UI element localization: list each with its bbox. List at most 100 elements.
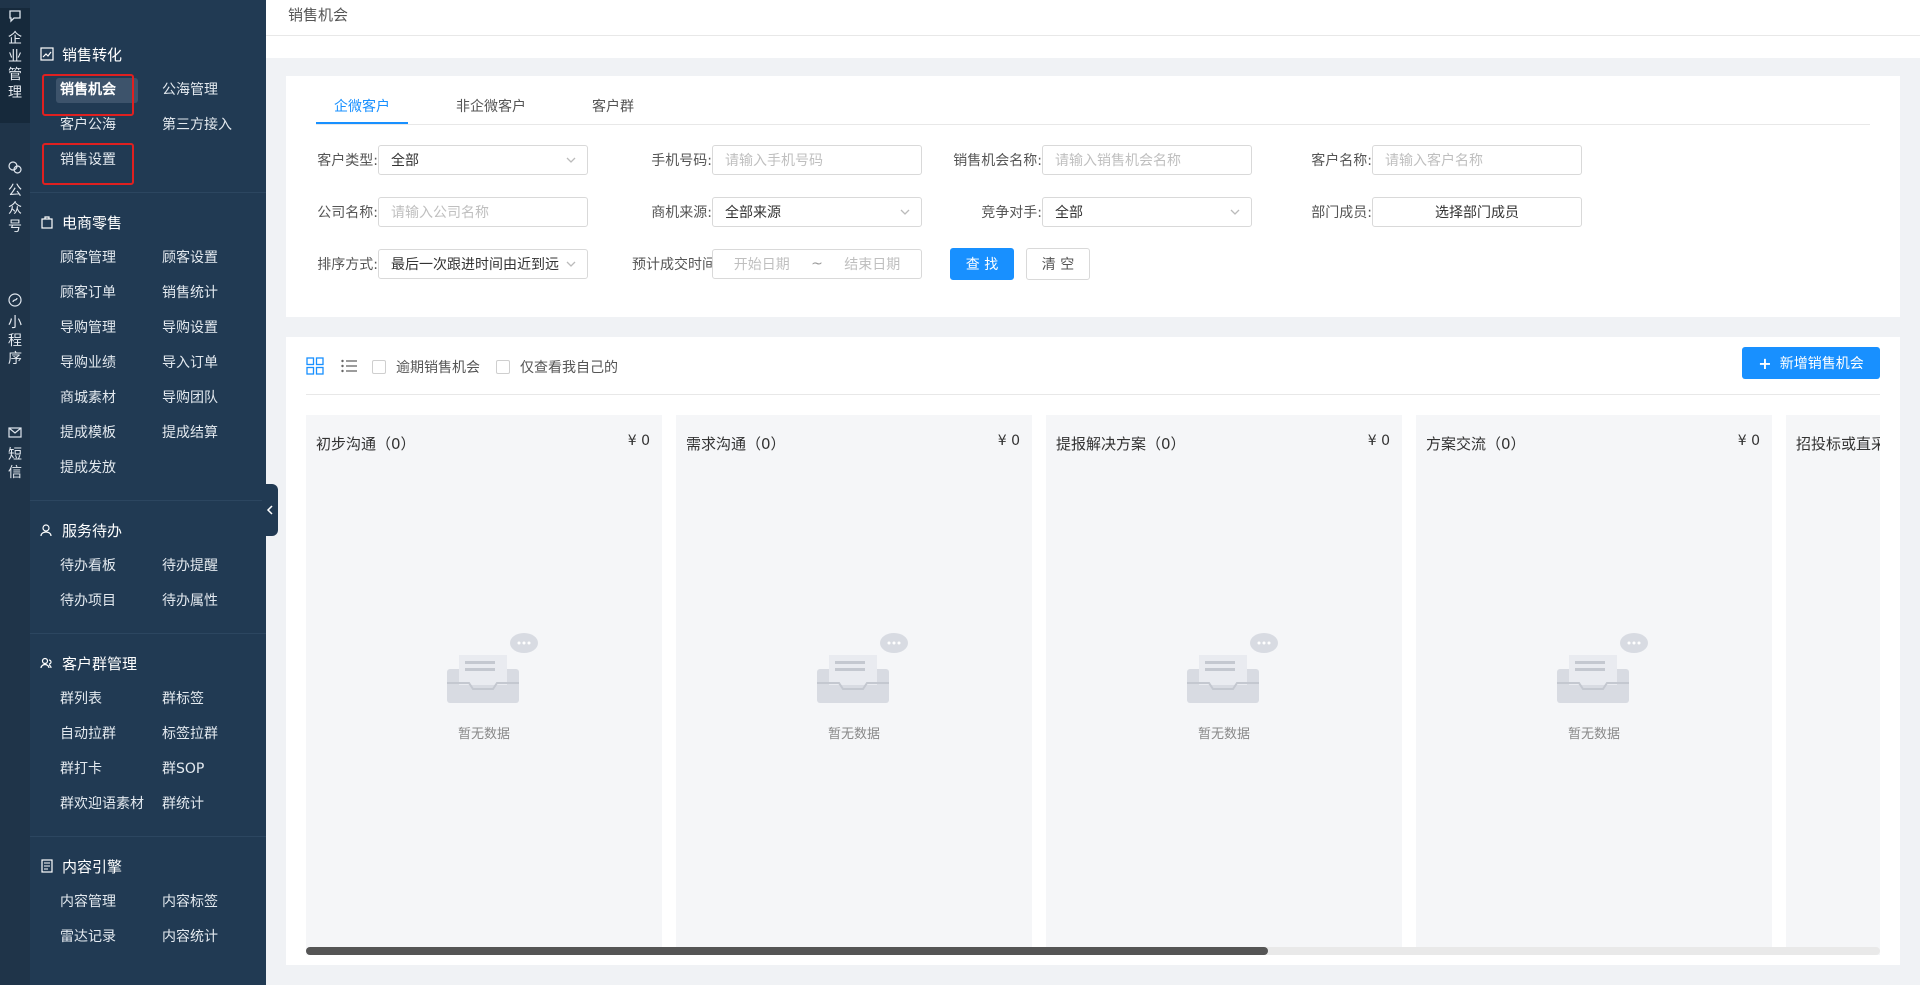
competitor-select[interactable]: 全部: [1042, 197, 1252, 227]
menu-item-label: 导入订单: [162, 355, 218, 371]
menu-item-public-sea-management[interactable]: 公海管理: [146, 73, 248, 108]
add-opportunity-button[interactable]: + 新增销售机会: [1742, 347, 1880, 379]
menu-item-label: 群列表: [60, 691, 102, 707]
menu-section-sales: 销售转化 销售机会 公海管理 客户公海 第三方接入 销售设置: [30, 43, 266, 178]
kanban-column: 方案交流（0） ¥ 0 暂无数据: [1416, 415, 1772, 955]
menu-item-group-stats[interactable]: 群统计: [146, 787, 248, 822]
menu-item-customer-orders[interactable]: 顾客订单: [44, 276, 146, 311]
header-spacer: [266, 36, 1920, 58]
menu-item-label: 导购业绩: [60, 355, 116, 371]
empty-text: 暂无数据: [1567, 727, 1620, 742]
menu-item-label: 第三方接入: [162, 117, 232, 133]
rail-label-text: 短信: [8, 447, 22, 481]
menu-item-todo-project[interactable]: 待办项目: [44, 584, 146, 619]
wechat-icon: [8, 161, 22, 174]
menu-item-sales-settings[interactable]: 销售设置: [44, 143, 146, 178]
menu-item-todo-reminder[interactable]: 待办提醒: [146, 549, 248, 584]
chart-icon: [40, 47, 54, 61]
menu-item-import-orders[interactable]: 导入订单: [146, 346, 248, 381]
menu-item-commission-payout[interactable]: 提成发放: [44, 451, 146, 486]
button-label: 选择部门成员: [1435, 205, 1519, 221]
menu-item-group-welcome[interactable]: 群欢迎语素材: [44, 787, 146, 822]
filter-customer-name: 客户名称: 请输入客户名称: [1276, 144, 1582, 176]
menu-item-tag-group[interactable]: 标签拉群: [146, 717, 248, 752]
opportunity-name-input[interactable]: 请输入销售机会名称: [1042, 145, 1252, 175]
grid-view-icon[interactable]: [306, 357, 324, 375]
menu-item-third-party[interactable]: 第三方接入: [146, 108, 248, 143]
menu-item-label: 顾客设置: [162, 250, 218, 266]
menu-item-content-management[interactable]: 内容管理: [44, 885, 146, 920]
chevron-down-icon: [566, 157, 576, 163]
column-title: 提报解决方案（0）: [1056, 435, 1186, 453]
menu-item-customer-management[interactable]: 顾客管理: [44, 241, 146, 276]
menu-item-commission-template[interactable]: 提成模板: [44, 416, 146, 451]
menu-item-content-stats[interactable]: 内容统计: [146, 920, 248, 955]
sort-select[interactable]: 最后一次跟进时间由近到远: [378, 249, 588, 279]
filter-label: 预计成交时间:: [632, 257, 721, 273]
menu-item-auto-group[interactable]: 自动拉群: [44, 717, 146, 752]
menu-item-customer-settings[interactable]: 顾客设置: [146, 241, 248, 276]
tab-wecom-customers[interactable]: 企微客户: [316, 90, 408, 124]
menu-section-header: 服务待办: [30, 519, 266, 541]
menu-item-guide-performance[interactable]: 导购业绩: [44, 346, 146, 381]
sidebar-collapse-toggle[interactable]: [262, 484, 278, 536]
clear-button[interactable]: 清 空: [1026, 248, 1090, 280]
select-value: 最后一次跟进时间由近到远: [391, 257, 559, 273]
rail-item-enterprise[interactable]: 企业管理: [0, 8, 30, 123]
menu-item-group-sop[interactable]: 群SOP: [146, 752, 248, 787]
member-select-button[interactable]: 选择部门成员: [1372, 197, 1582, 227]
menu-section-items: 待办看板 待办提醒 待办项目 待办属性: [30, 549, 266, 619]
tab-customer-groups[interactable]: 客户群: [574, 90, 652, 124]
menu-item-radar-records[interactable]: 雷达记录: [44, 920, 146, 955]
customer-tabs: 企微客户 非企微客户 客户群: [316, 90, 682, 124]
menu-divider: [30, 192, 266, 193]
menu-item-group-checkin[interactable]: 群打卡: [44, 752, 146, 787]
empty-state: 暂无数据: [306, 625, 662, 742]
menu-item-todo-attributes[interactable]: 待办属性: [146, 584, 248, 619]
menu-item-guide-team[interactable]: 导购团队: [146, 381, 248, 416]
menu-item-guide-management[interactable]: 导购管理: [44, 311, 146, 346]
phone-input[interactable]: 请输入手机号码: [712, 145, 922, 175]
menu-item-label: 内容标签: [162, 894, 218, 910]
rail-item-miniprogram[interactable]: 小程序: [0, 292, 30, 382]
scrollbar-thumb[interactable]: [306, 947, 1268, 955]
filter-opportunity-name: 销售机会名称: 请输入销售机会名称: [946, 144, 1252, 176]
menu-item-label: 群统计: [162, 796, 204, 812]
menu-item-label: 群欢迎语素材: [60, 796, 144, 812]
menu-item-guide-settings[interactable]: 导购设置: [146, 311, 248, 346]
menu-item-label: 群SOP: [162, 761, 205, 777]
side-menu: 销售转化 销售机会 公海管理 客户公海 第三方接入 销售设置 电商零售 顾客管理…: [30, 0, 266, 985]
source-select[interactable]: 全部来源: [712, 197, 922, 227]
list-view-icon[interactable]: [340, 357, 358, 375]
menu-item-group-list[interactable]: 群列表: [44, 682, 146, 717]
menu-item-label: 提成发放: [60, 460, 116, 476]
company-input[interactable]: 请输入公司名称: [378, 197, 588, 227]
rail-label-text: 企业管理: [8, 31, 22, 101]
filter-label: 客户名称:: [1311, 153, 1372, 169]
board-horizontal-scrollbar[interactable]: [306, 947, 1880, 955]
empty-text: 暂无数据: [1197, 727, 1250, 742]
customer-type-select[interactable]: 全部: [378, 145, 588, 175]
menu-section-title: 电商零售: [62, 213, 123, 232]
menu-item-sales-stats[interactable]: 销售统计: [146, 276, 248, 311]
deal-time-range[interactable]: 开始日期 ~ 结束日期: [712, 249, 922, 279]
checkbox-label: 逾期销售机会: [396, 360, 480, 376]
menu-item-content-tags[interactable]: 内容标签: [146, 885, 248, 920]
menu-section-content: 内容引擎 内容管理 内容标签 雷达记录 内容统计: [30, 855, 266, 955]
rail-label-enterprise: 企业管理: [8, 30, 22, 102]
menu-item-customer-public-sea[interactable]: 客户公海: [44, 108, 146, 143]
rail-item-official-account[interactable]: 公众号: [0, 160, 30, 250]
menu-section-items: 群列表 群标签 自动拉群 标签拉群 群打卡 群SOP 群欢迎语素材 群统计: [30, 682, 266, 822]
menu-item-group-tags[interactable]: 群标签: [146, 682, 248, 717]
menu-item-label: 客户公海: [60, 117, 116, 133]
menu-item-sales-opportunity[interactable]: 销售机会: [44, 73, 146, 108]
rail-item-sms[interactable]: 短信: [0, 424, 30, 494]
search-button[interactable]: 查 找: [950, 248, 1014, 280]
customer-name-input[interactable]: 请输入客户名称: [1372, 145, 1582, 175]
tab-non-wecom-customers[interactable]: 非企微客户: [438, 90, 544, 124]
overdue-checkbox[interactable]: 逾期销售机会: [372, 357, 480, 377]
only-mine-checkbox[interactable]: 仅查看我自己的: [496, 357, 618, 377]
menu-item-mall-materials[interactable]: 商城素材: [44, 381, 146, 416]
menu-item-commission-settlement[interactable]: 提成结算: [146, 416, 248, 451]
menu-item-todo-board[interactable]: 待办看板: [44, 549, 146, 584]
